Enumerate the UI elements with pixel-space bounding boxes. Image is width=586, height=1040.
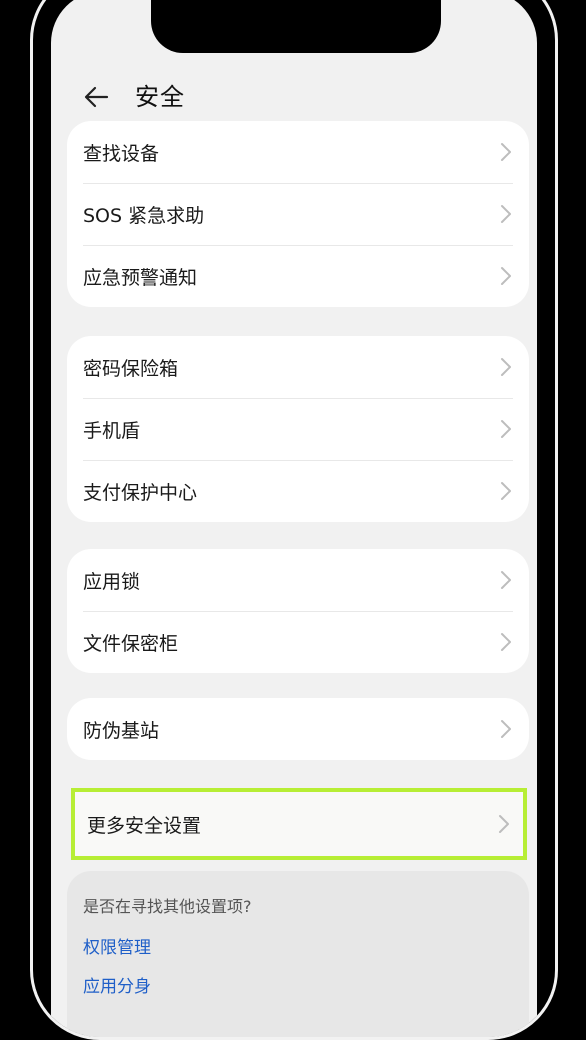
settings-group-3: 应用锁 文件保密柜	[67, 549, 529, 673]
settings-item-label: 文件保密柜	[83, 632, 179, 655]
settings-item-find-device[interactable]: 查找设备	[67, 121, 529, 183]
suggestion-link-permissions[interactable]: 权限管理	[83, 933, 513, 958]
settings-item-password-vault[interactable]: 密码保险箱	[67, 336, 529, 398]
settings-item-app-lock[interactable]: 应用锁	[67, 549, 529, 611]
suggestions-panel: 是否在寻找其他设置项? 权限管理 应用分身	[67, 871, 529, 1037]
back-arrow-icon[interactable]	[81, 81, 113, 113]
settings-item-sos[interactable]: SOS 紧急求助	[67, 183, 529, 245]
camera-notch	[151, 0, 441, 53]
chevron-right-icon	[499, 815, 509, 833]
settings-item-anti-fake-station[interactable]: 防伪基站	[67, 698, 529, 760]
chevron-right-icon	[501, 267, 511, 285]
settings-item-label: 手机盾	[83, 419, 141, 442]
chevron-right-icon	[501, 482, 511, 500]
chevron-right-icon	[501, 720, 511, 738]
settings-item-more-security[interactable]: 更多安全设置	[71, 788, 527, 860]
settings-item-file-safe[interactable]: 文件保密柜	[67, 611, 529, 673]
chevron-right-icon	[501, 633, 511, 651]
chevron-right-icon	[501, 358, 511, 376]
settings-item-label: 查找设备	[83, 142, 160, 165]
settings-group-4: 防伪基站	[67, 698, 529, 760]
suggestions-question: 是否在寻找其他设置项?	[83, 897, 252, 916]
chevron-right-icon	[501, 420, 511, 438]
settings-item-label: 密码保险箱	[83, 357, 179, 380]
suggestion-link-app-twin[interactable]: 应用分身	[83, 972, 513, 997]
settings-item-payment-protection[interactable]: 支付保护中心	[67, 460, 529, 522]
settings-item-label: SOS 紧急求助	[83, 204, 205, 227]
settings-item-phone-shield[interactable]: 手机盾	[67, 398, 529, 460]
chevron-right-icon	[501, 143, 511, 161]
settings-item-emergency-alerts[interactable]: 应急预警通知	[67, 245, 529, 307]
settings-item-label: 更多安全设置	[87, 814, 202, 837]
chevron-right-icon	[501, 205, 511, 223]
phone-frame: 安全 查找设备 SOS 紧急求助 应急预警通知 密码保险箱 手机盾 支付保护中心…	[30, 0, 558, 1040]
settings-item-label: 应急预警通知	[83, 266, 198, 289]
screen: 安全 查找设备 SOS 紧急求助 应急预警通知 密码保险箱 手机盾 支付保护中心…	[51, 0, 537, 1037]
chevron-right-icon	[501, 571, 511, 589]
settings-item-label: 防伪基站	[83, 719, 160, 742]
settings-item-label: 支付保护中心	[83, 481, 198, 504]
settings-item-label: 应用锁	[83, 570, 141, 593]
settings-group-1: 查找设备 SOS 紧急求助 应急预警通知	[67, 121, 529, 307]
page-title: 安全	[135, 83, 185, 111]
settings-group-2: 密码保险箱 手机盾 支付保护中心	[67, 336, 529, 522]
